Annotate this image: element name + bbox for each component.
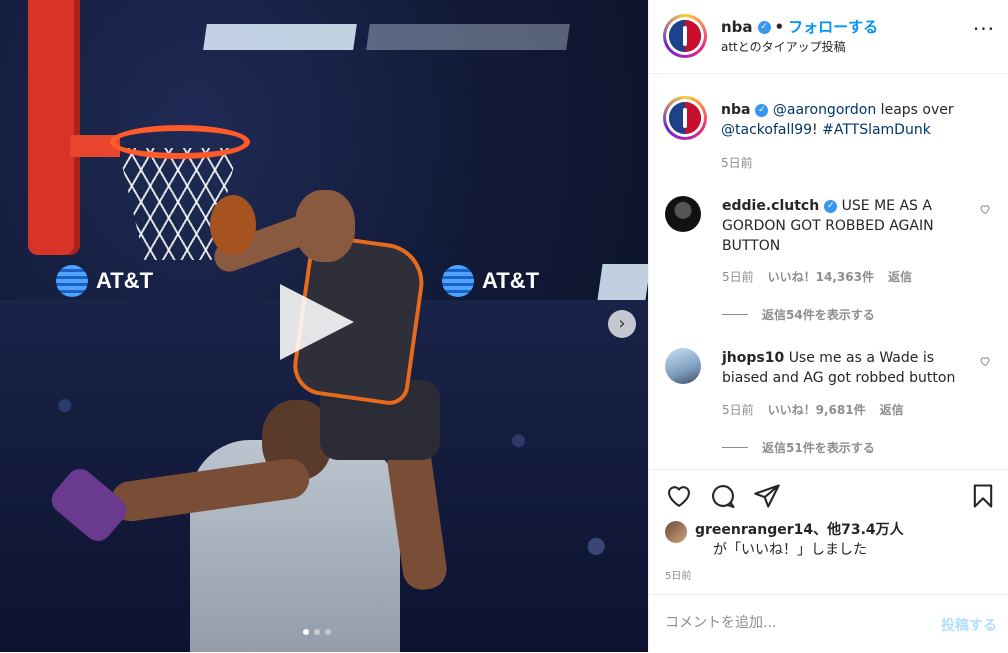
sponsor-banner-left: AT&T [56,262,153,300]
verified-icon: ✓ [824,199,838,213]
paid-partnership-label[interactable]: attとのタイアップ投稿 [721,38,846,55]
verified-icon: ✓ [757,21,771,34]
comment-likes[interactable]: いいね！14,363件 [768,268,874,285]
separator: • [774,18,785,36]
backboard [28,0,80,255]
caption-timestamp[interactable]: 5日前 [721,154,753,171]
post-media[interactable]: AT&T AT&T › [0,0,648,652]
arena-light [366,24,570,50]
avatar[interactable] [663,96,707,140]
comment-heart-icon[interactable] [979,352,991,367]
caption-body: ! [812,122,823,138]
reply-button[interactable]: 返信 [888,268,912,285]
header-username[interactable]: nba [721,18,753,36]
nba-silhouette [683,25,687,47]
likes-line-2: が「いいね！」しました [713,542,867,558]
sponsor-banner-right: AT&T [442,262,539,300]
comment-icon[interactable] [709,482,737,510]
comment-meta: 5日前 いいね！9,681件 返信 [722,401,904,418]
next-slide-button[interactable]: › [608,310,636,338]
heart-icon[interactable] [665,482,693,510]
comment-username[interactable]: jhops10 [722,350,784,366]
nba-logo-icon [669,20,701,52]
comment-heart-icon[interactable] [979,200,991,215]
follow-button[interactable]: フォローする [788,18,878,36]
view-replies-button[interactable]: 返信54件を表示する [722,306,875,323]
view-replies-button[interactable]: 返信51件を表示する [722,439,875,456]
action-bar [665,482,997,512]
replies-line [722,447,748,448]
caption-body: leaps over [876,102,954,118]
comment-likes[interactable]: いいね！9,681件 [768,401,866,418]
avatar-frame [666,99,704,137]
comment-time[interactable]: 5日前 [722,268,754,285]
more-options-icon[interactable]: ··· [973,19,995,39]
att-logo-icon [56,265,88,297]
carousel-dot [314,629,320,635]
basketball [210,195,256,255]
avatar[interactable] [663,14,707,58]
mention-link[interactable]: @aarongordon [773,102,876,118]
comment-time[interactable]: 5日前 [722,401,754,418]
sponsor-text: AT&T [482,268,540,293]
likes-others[interactable]: 、他73.4万人 [813,522,904,538]
mention-link[interactable]: @tackofall99 [721,122,812,138]
verified-icon: ✓ [755,103,769,117]
post-comment-button[interactable]: 投稿する [941,615,997,635]
divider [649,469,1008,470]
carousel-dot [303,629,309,635]
view-replies-label: 返信54件を表示する [762,308,875,322]
comment-text: eddie.clutch ✓ USE ME AS A GORDON GOT ROB… [722,196,962,256]
replies-line [722,314,748,315]
bookmark-icon[interactable] [969,482,997,510]
share-icon[interactable] [753,482,781,510]
caption-username[interactable]: nba [721,102,750,118]
likes-line: greenranger14、他73.4万人 [695,520,904,540]
carousel-dots [303,629,331,635]
avatar[interactable] [665,521,687,543]
comment-text: jhops10 Use me as a Wade is biased and A… [722,348,962,388]
caption-text: nba ✓ @aarongordon leaps over @tackofall9… [721,100,981,140]
comment-form: 投稿する [649,594,1008,653]
sponsor-text: AT&T [96,268,154,293]
avatar[interactable] [665,348,701,384]
likes-username[interactable]: greenranger14 [695,522,813,538]
player-head [295,190,355,262]
view-replies-label: 返信51件を表示する [762,441,875,455]
post-timestamp[interactable]: 5日前 [665,567,691,582]
hashtag-link[interactable]: #ATTSlamDunk [822,122,931,138]
nba-silhouette [683,107,687,129]
comment-username[interactable]: eddie.clutch [722,198,819,214]
arena-light [203,24,357,50]
nba-logo-icon [669,102,701,134]
header-user-line: nba ✓ • フォローする [721,16,878,37]
arena-light [597,264,648,300]
att-logo-icon [442,265,474,297]
carousel-dot [325,629,331,635]
reply-button[interactable]: 返信 [880,401,904,418]
comment-input[interactable] [665,611,925,635]
post-sidebar: nba ✓ • フォローする attとのタイアップ投稿 ··· nba ✓ @aaron… [648,0,1008,652]
basketball-rim [110,125,250,159]
post-header: nba ✓ • フォローする attとのタイアップ投稿 ··· [663,14,995,64]
avatar-frame [666,17,704,55]
divider [649,73,1008,74]
avatar[interactable] [665,196,701,232]
comment-meta: 5日前 いいね！14,363件 返信 [722,268,912,285]
play-icon[interactable] [280,284,354,360]
